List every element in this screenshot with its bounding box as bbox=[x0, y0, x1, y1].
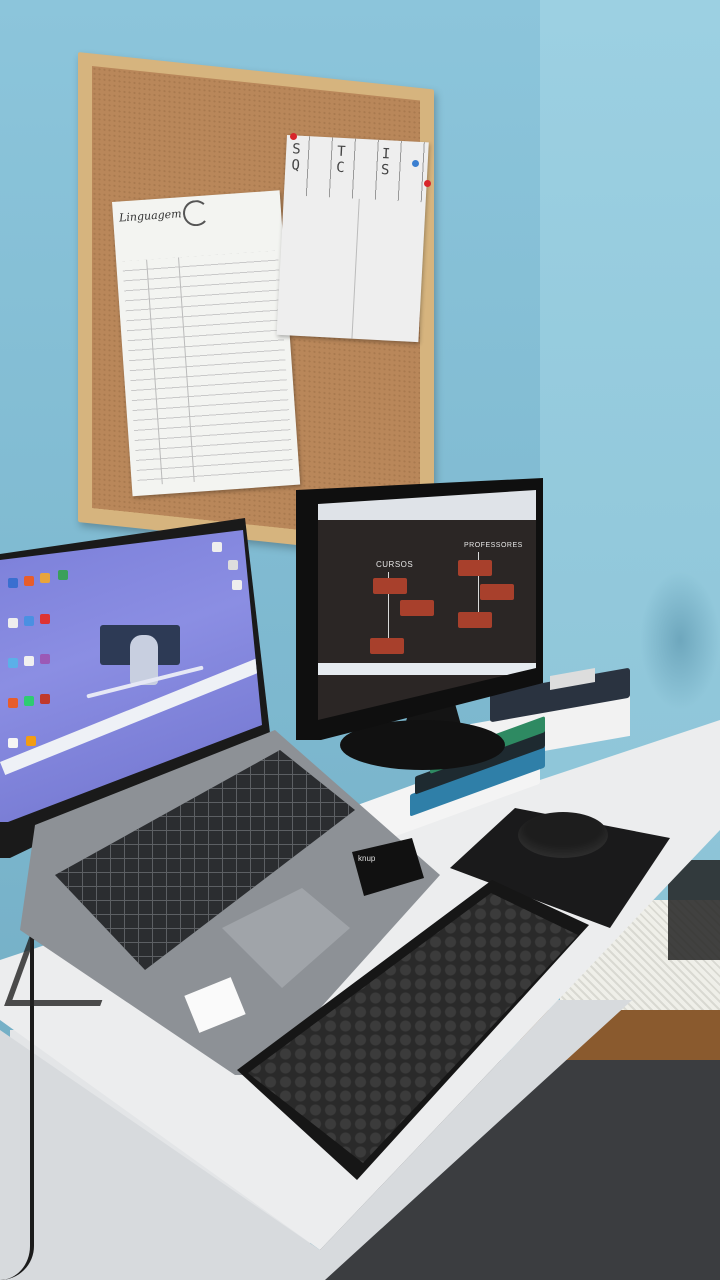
desktop-icon bbox=[228, 560, 238, 570]
desktop-icon bbox=[24, 616, 34, 626]
desktop-icon bbox=[232, 580, 242, 590]
desktop-icon bbox=[40, 694, 50, 704]
desktop-icon bbox=[8, 698, 18, 708]
desktop-icon bbox=[24, 576, 34, 586]
paper-divider bbox=[351, 198, 360, 339]
desktop-icon bbox=[8, 618, 18, 628]
mouse bbox=[518, 812, 608, 858]
paper-linguagem: Linguagem bbox=[112, 190, 301, 497]
org-box bbox=[458, 612, 492, 628]
desktop-icon bbox=[8, 738, 18, 748]
desktop-icon bbox=[212, 542, 222, 552]
org-box bbox=[373, 578, 407, 594]
paper-linguagem-title: Linguagem bbox=[118, 207, 183, 225]
monitor-taskbar bbox=[318, 663, 536, 675]
org-box bbox=[480, 584, 514, 600]
desktop-icon bbox=[8, 578, 18, 588]
c-logo-icon bbox=[182, 199, 210, 228]
pushpin-icon bbox=[290, 133, 297, 140]
desktop-icon bbox=[40, 614, 50, 624]
org-header-right: PROFESSORES bbox=[464, 542, 523, 549]
paper-stiqcs: S T I Q C S bbox=[276, 135, 429, 343]
wall-stain bbox=[640, 570, 720, 710]
desktop-icon bbox=[58, 570, 68, 580]
pushpin-icon bbox=[424, 180, 431, 187]
desktop-icon bbox=[40, 654, 50, 664]
org-box bbox=[458, 560, 492, 576]
org-box bbox=[400, 600, 434, 616]
org-header-left: CURSOS bbox=[376, 560, 414, 569]
numpad-brand: knup bbox=[358, 854, 376, 863]
desktop-icon bbox=[40, 573, 50, 583]
desktop-icon bbox=[8, 658, 18, 668]
pushpin-icon bbox=[412, 160, 419, 167]
desktop-icon bbox=[24, 696, 34, 706]
org-box bbox=[370, 638, 404, 654]
desktop-icon bbox=[24, 656, 34, 666]
desktop-icon bbox=[26, 736, 36, 746]
